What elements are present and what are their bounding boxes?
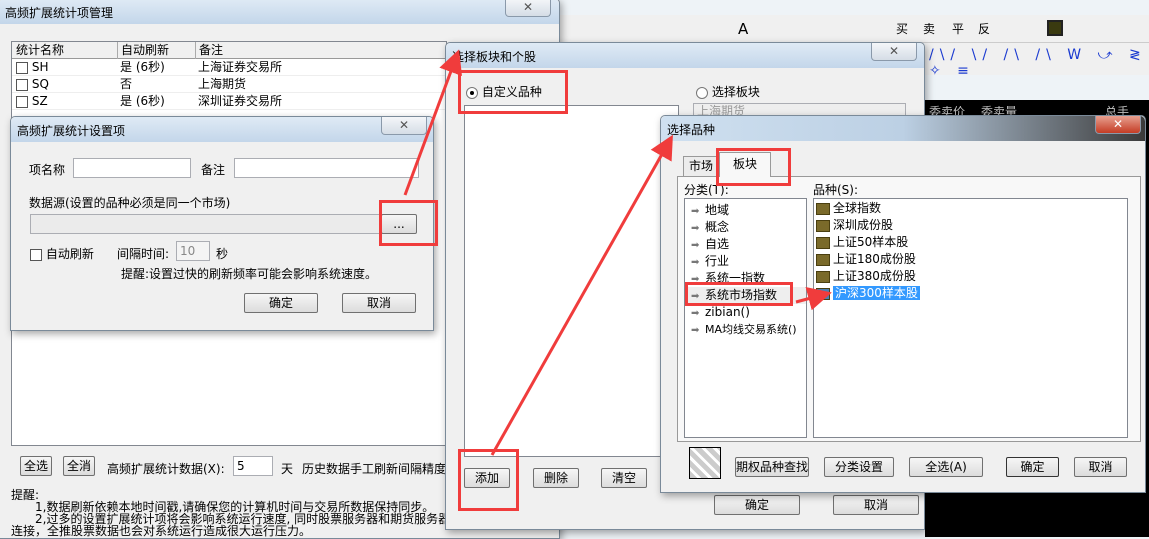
annotation-arrow <box>490 134 673 456</box>
annotation-arrows <box>403 49 832 456</box>
annotation-arrow <box>795 287 832 311</box>
annotation-arrow <box>403 49 462 196</box>
tab-block[interactable]: 板块 <box>719 152 771 177</box>
